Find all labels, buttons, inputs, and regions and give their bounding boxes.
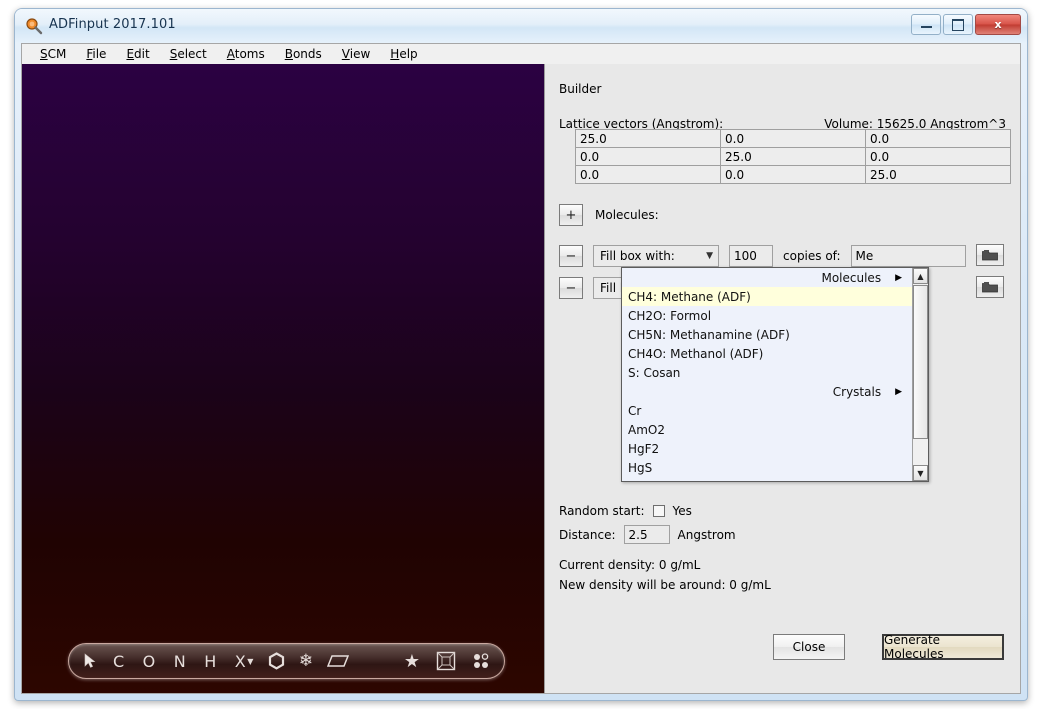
menu-view[interactable]: View xyxy=(342,47,370,61)
dropdown-group-molecules[interactable]: Molecules ▶ xyxy=(622,268,912,287)
fill-mode-value: Fill box with: xyxy=(600,249,675,263)
magnifier-icon xyxy=(26,18,43,35)
random-start-value: Yes xyxy=(672,504,692,518)
list-item[interactable]: AmO2 xyxy=(622,420,912,439)
menu-select[interactable]: Select xyxy=(170,47,207,61)
distance-row: Distance: 2.5 Angstrom xyxy=(559,525,736,544)
menu-atoms[interactable]: Atoms xyxy=(227,47,265,61)
panel-title: Builder xyxy=(559,82,602,96)
table-row: 25.0 0.0 0.0 xyxy=(575,129,1011,148)
menu-file[interactable]: File xyxy=(86,47,106,61)
molecules-header-row: + Molecules: xyxy=(559,204,659,226)
molecules-label: Molecules: xyxy=(595,208,659,222)
menu-edit[interactable]: Edit xyxy=(126,47,149,61)
lattice-cell[interactable]: 0.0 xyxy=(720,165,866,184)
current-density-label: Current density: 0 g/mL xyxy=(559,558,701,572)
plane-tool[interactable] xyxy=(327,648,350,674)
molecule-dropdown-popup[interactable]: Molecules ▶ CH4: Methane (ADF) CH2O: For… xyxy=(621,267,929,482)
window-title: ADFinput 2017.101 xyxy=(49,17,176,32)
chevron-down-icon: ▼ xyxy=(706,251,713,261)
random-start-row: Random start: Yes xyxy=(559,504,692,518)
nitrogen-atom-tool[interactable]: N xyxy=(174,648,186,674)
chevron-right-icon: ▶ xyxy=(895,386,902,397)
browse-molecule-button[interactable] xyxy=(976,244,1004,266)
molecule-draw-toolbar: C O N H X ▼ ❄ ★ xyxy=(68,643,505,679)
list-item[interactable]: CH2O: Formol xyxy=(622,306,912,325)
list-item[interactable]: CH4: Methane (ADF) xyxy=(622,287,912,306)
maximize-button[interactable] xyxy=(943,14,973,35)
lattice-cell[interactable]: 25.0 xyxy=(720,147,866,166)
molecule-name-input[interactable]: Me xyxy=(850,245,966,267)
folder-icon xyxy=(982,282,998,293)
table-row: 0.0 0.0 25.0 xyxy=(575,165,1011,184)
dropdown-group-label: Crystals xyxy=(832,384,882,399)
table-row: 0.0 25.0 0.0 xyxy=(575,147,1011,166)
lattice-cell[interactable]: 0.0 xyxy=(720,129,866,148)
list-item[interactable]: CH4O: Methanol (ADF) xyxy=(622,344,912,363)
copies-of-label: copies of: xyxy=(783,249,841,263)
dropdown-list: Molecules ▶ CH4: Methane (ADF) CH2O: For… xyxy=(622,268,912,481)
lattice-cell[interactable]: 0.0 xyxy=(865,147,1011,166)
menu-bonds[interactable]: Bonds xyxy=(285,47,322,61)
lattice-vectors-table: 25.0 0.0 0.0 0.0 25.0 0.0 0.0 0.0 25.0 xyxy=(575,129,1011,184)
list-item[interactable]: Cr xyxy=(622,401,912,420)
list-item[interactable]: S: Cosan xyxy=(622,363,912,382)
lattice-cell[interactable]: 25.0 xyxy=(865,165,1011,184)
copies-count-input[interactable]: 100 xyxy=(729,245,773,267)
random-start-label: Random start: xyxy=(559,504,645,518)
list-item[interactable]: HgS xyxy=(622,458,912,477)
minimize-button[interactable] xyxy=(911,14,941,35)
maximize-icon xyxy=(952,18,964,31)
close-button[interactable]: x xyxy=(975,14,1021,35)
client-area: C O N H X ▼ ❄ ★ Builder Lattice vectors … xyxy=(21,64,1021,694)
browse-molecule-button[interactable] xyxy=(976,276,1004,298)
distance-unit-label: Angstrom xyxy=(677,527,736,542)
lattice-cell[interactable]: 25.0 xyxy=(575,129,721,148)
generate-molecules-button[interactable]: Generate Molecules xyxy=(882,633,1004,661)
list-item[interactable]: HgF2 xyxy=(622,439,912,458)
list-item[interactable]: CH5N: Methanamine (ADF) xyxy=(622,325,912,344)
oxygen-atom-tool[interactable]: O xyxy=(143,648,156,674)
select-arrow-tool[interactable] xyxy=(83,648,97,674)
application-window: ADFinput 2017.101 x SCM File Edit Select… xyxy=(14,8,1028,701)
minimize-icon xyxy=(920,26,932,28)
new-density-label: New density will be around: 0 g/mL xyxy=(559,578,771,592)
menu-bar: SCM File Edit Select Atoms Bonds View He… xyxy=(21,43,1021,64)
scrollbar-thumb[interactable] xyxy=(913,285,928,439)
star-tool[interactable]: ★ xyxy=(404,648,420,674)
menu-scm[interactable]: SCM xyxy=(40,47,66,61)
fill-row-1: − Fill box with: ▼ 100 copies of: Me xyxy=(559,244,966,268)
builder-panel: Builder Lattice vectors (Angstrom): Volu… xyxy=(545,64,1020,693)
dropdown-group-crystals[interactable]: Crystals ▶ xyxy=(622,382,912,401)
menu-help[interactable]: Help xyxy=(390,47,417,61)
benzene-ring-tool[interactable] xyxy=(268,648,285,674)
scroll-up-icon[interactable]: ▲ xyxy=(913,268,928,284)
carbon-atom-tool[interactable]: C xyxy=(113,648,125,674)
dropdown-group-label: Molecules xyxy=(821,270,882,285)
close-dialog-button[interactable]: Close xyxy=(773,634,845,660)
lattice-cell[interactable]: 0.0 xyxy=(865,129,1011,148)
lattice-cell[interactable]: 0.0 xyxy=(575,147,721,166)
molecule-viewport[interactable]: C O N H X ▼ ❄ ★ xyxy=(22,64,545,693)
distance-label: Distance: xyxy=(559,527,616,542)
chevron-right-icon: ▶ xyxy=(895,272,902,283)
fill-mode-select[interactable]: Fill box with: ▼ xyxy=(593,245,719,267)
random-start-checkbox[interactable] xyxy=(652,505,665,517)
lattice-cell[interactable]: 0.0 xyxy=(575,165,721,184)
dropdown-scrollbar[interactable]: ▲ ▼ xyxy=(912,268,928,481)
title-bar: ADFinput 2017.101 x xyxy=(15,9,1027,43)
snowflake-tool[interactable]: ❄ xyxy=(299,648,313,674)
distance-input[interactable]: 2.5 xyxy=(623,525,670,544)
add-molecule-button[interactable]: + xyxy=(559,204,583,226)
hydrogen-atom-tool[interactable]: H xyxy=(204,648,217,674)
other-element-tool[interactable]: X ▼ xyxy=(235,648,254,674)
window-controls: x xyxy=(911,14,1021,35)
folder-icon xyxy=(982,250,998,261)
desktop-background: ADFinput 2017.101 x SCM File Edit Select… xyxy=(0,0,1042,709)
remove-row-button[interactable]: − xyxy=(559,245,583,267)
remove-row-button[interactable]: − xyxy=(559,277,583,299)
dots-tool[interactable] xyxy=(472,648,490,674)
scroll-down-icon[interactable]: ▼ xyxy=(913,465,928,481)
periodic-box-tool[interactable] xyxy=(436,648,456,674)
